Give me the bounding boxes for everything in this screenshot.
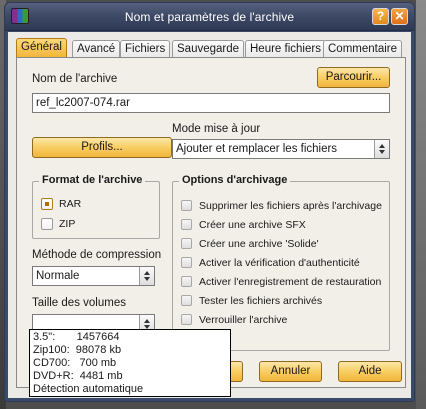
dropdown-item[interactable]: Détection automatique xyxy=(33,383,230,396)
window-title: Nom et paramètres de l'archive xyxy=(124,10,295,24)
help-button[interactable]: Aide xyxy=(338,361,402,382)
option-label: Verrouiller l'archive xyxy=(199,314,288,326)
archive-format-title: Format de l'archive xyxy=(39,174,146,186)
option-label: Supprimer les fichiers après l'archivage xyxy=(199,200,382,212)
compression-method-value: Normale xyxy=(36,270,80,282)
tab-backup[interactable]: Sauvegarde xyxy=(172,40,245,57)
dropdown-item[interactable]: Zip100: 98078 kb xyxy=(33,344,230,357)
radio-unselected-icon[interactable] xyxy=(41,218,53,230)
archive-format-group: Format de l'archive RAR ZIP xyxy=(32,174,160,239)
archiving-options-group: Options d'archivage Supprimer les fichie… xyxy=(172,174,390,351)
format-option-label: ZIP xyxy=(59,218,76,230)
update-mode-select[interactable]: Ajouter et remplacer les fichiers xyxy=(172,139,390,159)
tab-advanced[interactable]: Avancé xyxy=(72,40,121,57)
dropdown-item[interactable]: DVD+R: 4481 mb xyxy=(33,370,230,383)
checkbox-icon[interactable] xyxy=(181,238,192,249)
tab-files[interactable]: Fichiers xyxy=(120,40,171,57)
checkbox-icon[interactable] xyxy=(181,276,192,287)
browse-button[interactable]: Parcourir... xyxy=(317,67,390,88)
checkbox-icon[interactable] xyxy=(181,295,192,306)
archive-name-label: Nom de l'archive xyxy=(32,73,118,85)
compression-method-label: Méthode de compression xyxy=(32,249,162,261)
tab-file-time[interactable]: Heure fichiers xyxy=(245,40,326,57)
option-label: Créer une archive 'Solide' xyxy=(199,238,319,250)
update-mode-value: Ajouter et remplacer les fichiers xyxy=(176,143,338,155)
combo-arrow-icon[interactable] xyxy=(139,267,154,285)
tab-general[interactable]: Général xyxy=(16,38,67,58)
archiving-options-title: Options d'archivage xyxy=(179,174,291,186)
volume-size-dropdown-list: 3.5": 1457664 Zip100: 98078 kb CD700: 70… xyxy=(29,329,231,397)
checkbox-icon[interactable] xyxy=(181,257,192,268)
option-label: Tester les fichiers archivés xyxy=(199,295,323,307)
radio-selected-icon[interactable] xyxy=(41,198,53,210)
dropdown-item[interactable]: CD700: 700 mb xyxy=(33,357,230,370)
archive-name-input[interactable]: ref_lc2007-074.rar xyxy=(32,93,390,113)
desktop-background-right xyxy=(416,0,426,409)
format-option-label: RAR xyxy=(59,198,82,210)
checkbox-icon[interactable] xyxy=(181,200,192,211)
profiles-button[interactable]: Profils... xyxy=(32,137,172,158)
option-label: Activer l'enregistrement de restauration xyxy=(199,276,382,288)
volume-size-label: Taille des volumes xyxy=(32,297,126,309)
compression-method-select[interactable]: Normale xyxy=(32,266,155,286)
checkbox-icon[interactable] xyxy=(181,219,192,230)
option-label: Créer une archive SFX xyxy=(199,219,306,231)
close-icon[interactable]: ✕ xyxy=(391,8,408,25)
combo-arrow-icon[interactable] xyxy=(374,140,389,158)
help-icon[interactable]: ? xyxy=(372,8,389,25)
tab-comment[interactable]: Commentaire xyxy=(323,40,403,57)
checkbox-icon[interactable] xyxy=(181,314,192,325)
cancel-button[interactable]: Annuler xyxy=(259,361,322,382)
dropdown-item[interactable]: 3.5": 1457664 xyxy=(33,331,230,344)
update-mode-label: Mode mise à jour xyxy=(172,123,261,135)
option-label: Activer la vérification d'authenticité xyxy=(199,257,360,269)
title-bar[interactable]: Nom et paramètres de l'archive ? ✕ xyxy=(5,3,414,31)
